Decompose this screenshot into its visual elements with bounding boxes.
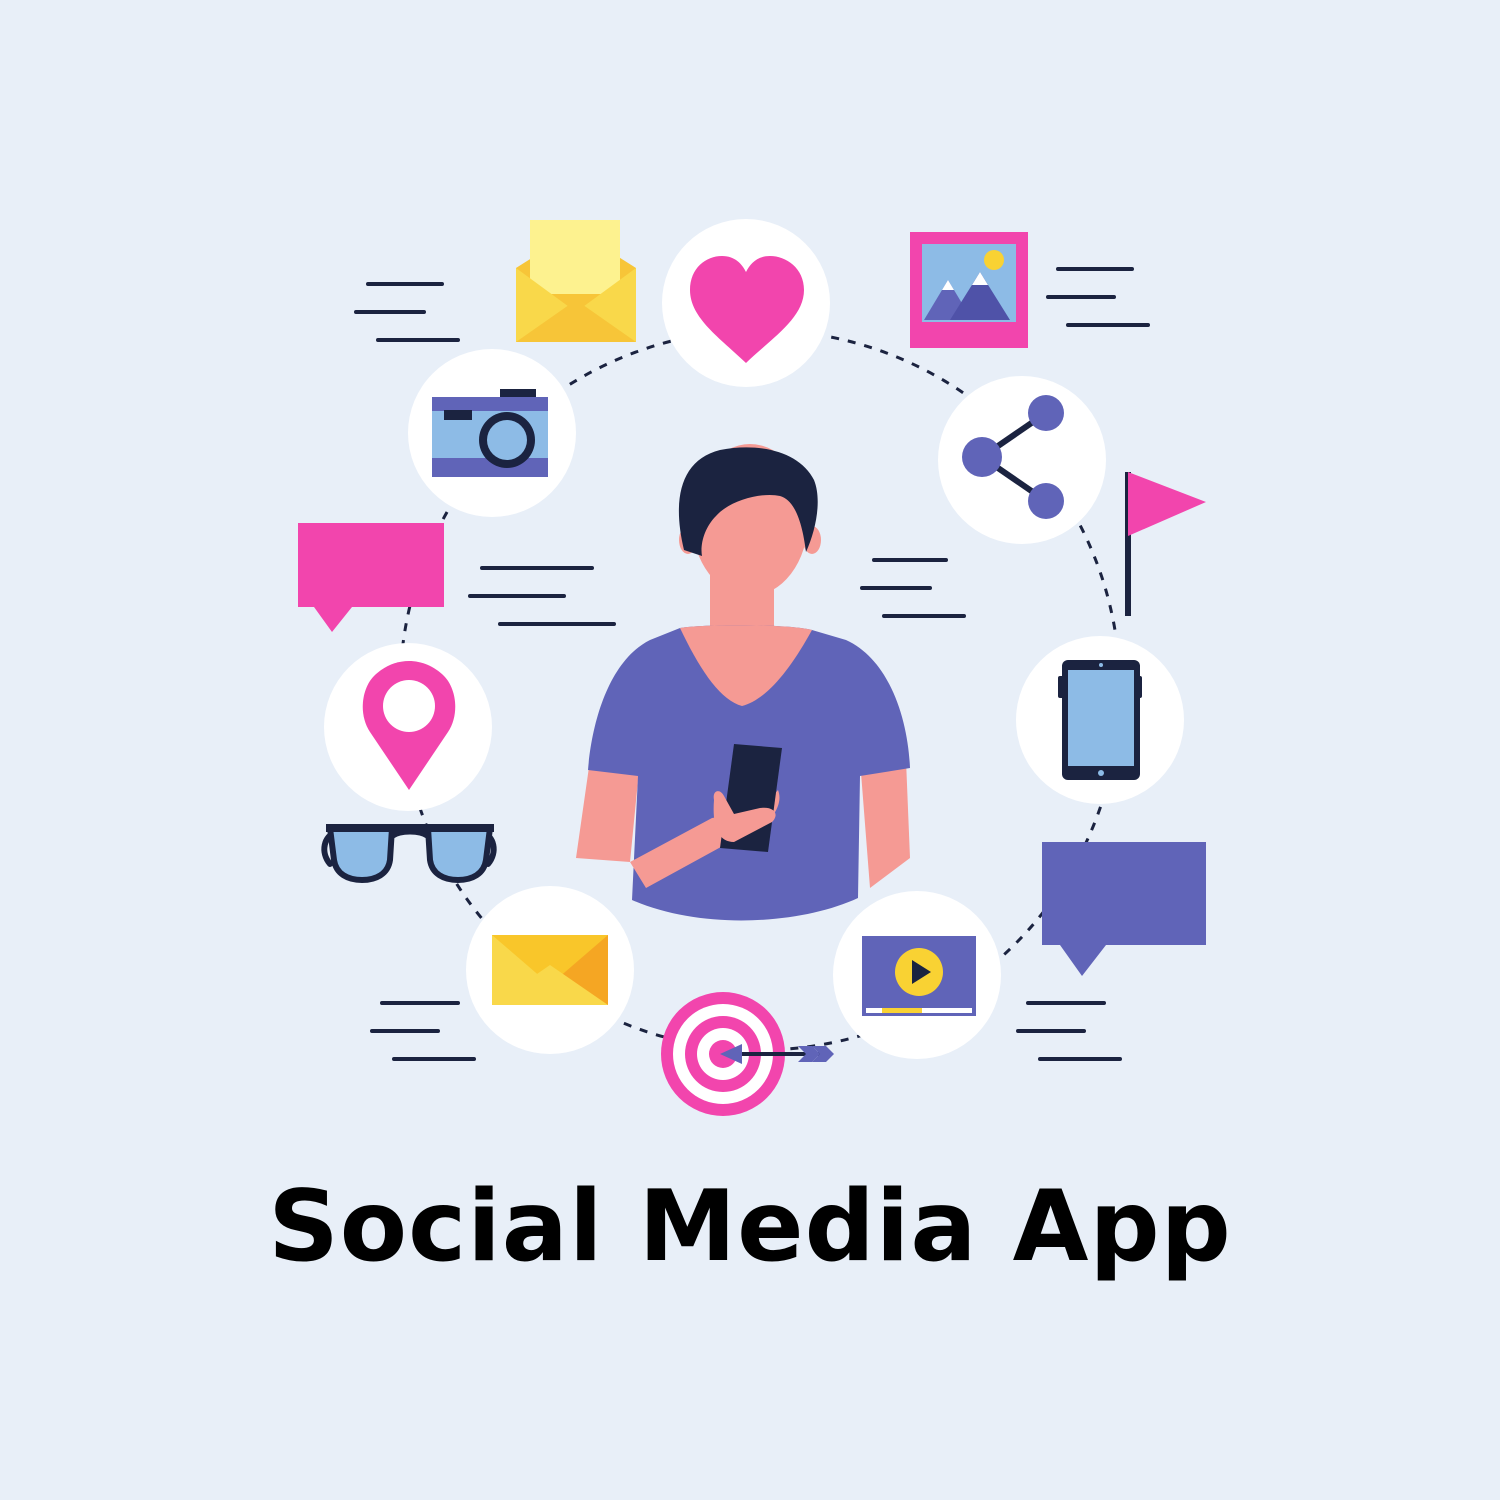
camera-icon (432, 389, 548, 477)
pink-speech-bubble-icon (298, 523, 444, 632)
video-player-icon (862, 936, 976, 1016)
page-title: Social Media App (268, 1170, 1232, 1284)
flag-icon (1125, 472, 1206, 616)
glasses-icon (321, 824, 497, 884)
target-icon (661, 992, 834, 1116)
person-figure (576, 444, 910, 921)
purple-speech-bubble-icon (1042, 842, 1206, 976)
tablet-icon (1058, 660, 1142, 780)
open-letter-icon (516, 220, 636, 342)
picture-frame-icon (910, 232, 1028, 348)
mail-envelope-icon (492, 935, 608, 1005)
